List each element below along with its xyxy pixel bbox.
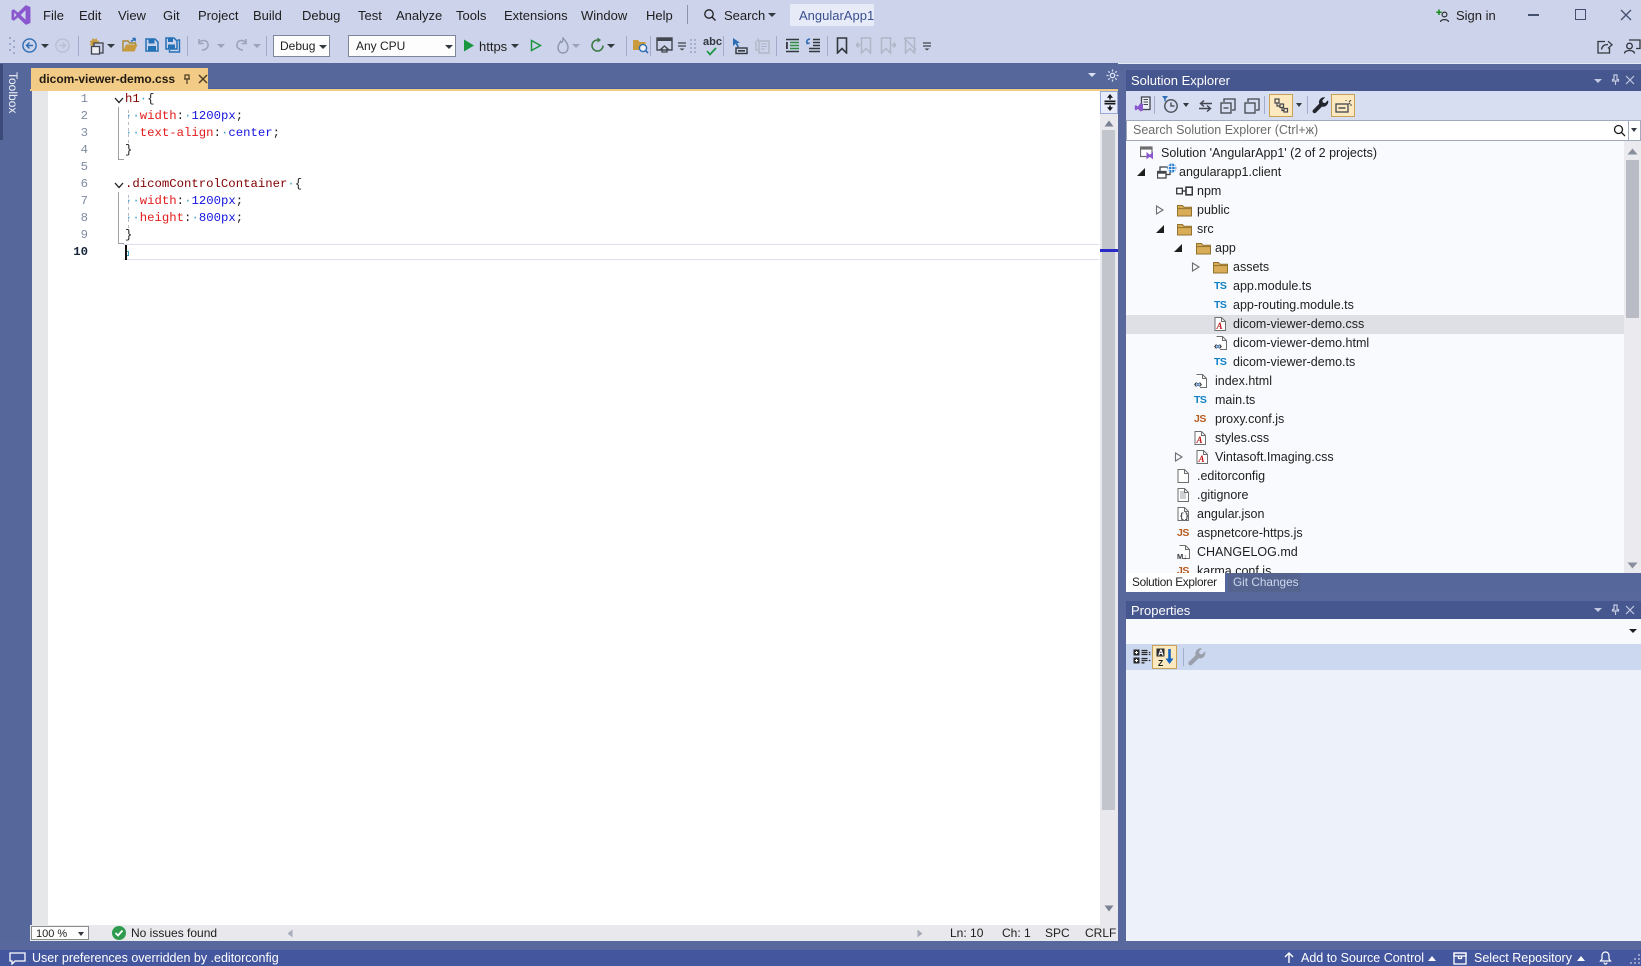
- svg-text:A: A: [1196, 435, 1203, 445]
- svg-text:A: A: [1216, 321, 1223, 331]
- svg-text:A: A: [1158, 649, 1164, 658]
- svg-text:M↓: M↓: [1177, 552, 1187, 560]
- svg-text:Z: Z: [1158, 658, 1163, 667]
- svg-text:{}: {}: [1180, 513, 1190, 522]
- svg-text:A: A: [1198, 454, 1205, 464]
